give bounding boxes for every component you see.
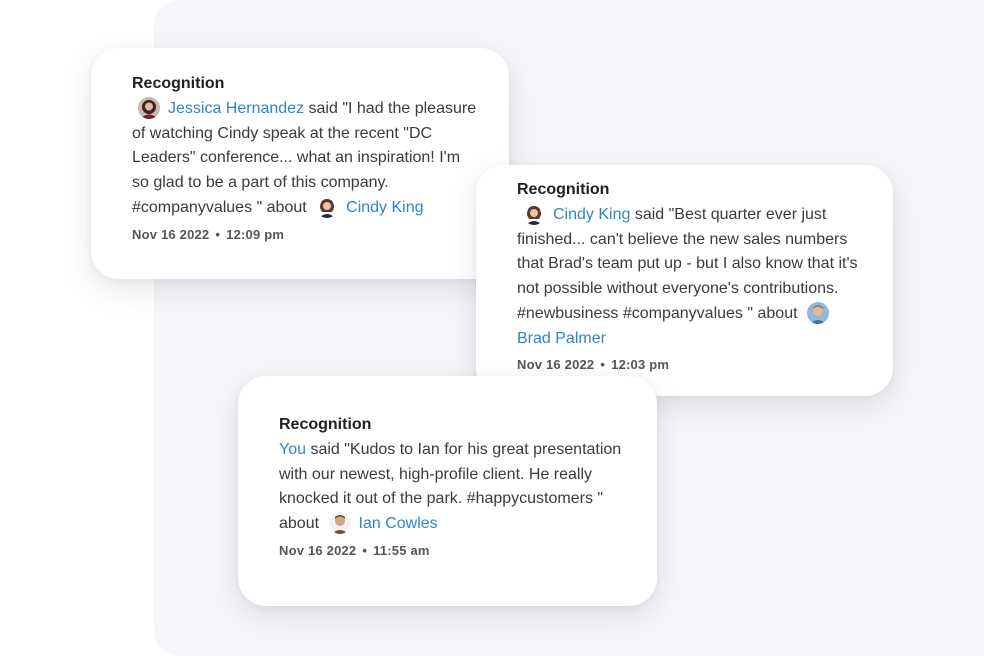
avatar-ian-cowles[interactable]: [328, 512, 351, 535]
avatar-brad-palmer[interactable]: [806, 301, 829, 324]
timestamp: Nov 16 2022 • 12:09 pm: [132, 227, 479, 242]
recognition-card: Recognition Cindy King said "Best quarte…: [476, 165, 893, 396]
said-text: said ": [304, 100, 348, 117]
separator-dot: •: [600, 357, 606, 373]
about-text: " about: [742, 304, 798, 322]
timestamp: Nov 16 2022 • 12:03 pm: [517, 357, 863, 372]
card-title: Recognition: [517, 181, 610, 198]
separator-dot: •: [362, 542, 368, 558]
recipient-link[interactable]: Cindy King: [346, 199, 423, 216]
post-time: 12:03 pm: [611, 357, 670, 373]
card-message: Jessica Hernandez said "I had the pleasu…: [132, 97, 479, 221]
giver-link[interactable]: You: [279, 441, 306, 458]
about-text: " about: [252, 198, 307, 216]
avatar-cindy-king[interactable]: [523, 203, 545, 225]
post-date: Nov 16 2022: [279, 542, 357, 558]
avatar-jessica-hernandez[interactable]: [138, 97, 160, 119]
recognition-card: Recognition You said "Kudos to Ian for h…: [238, 376, 657, 606]
card-message: You said "Kudos to Ian for his great pre…: [279, 438, 627, 537]
card-title: Recognition: [132, 75, 225, 92]
recipient-link[interactable]: Ian Cowles: [359, 515, 438, 532]
card-title: Recognition: [279, 416, 372, 433]
avatar-cindy-king[interactable]: [316, 195, 339, 218]
post-date: Nov 16 2022: [132, 226, 210, 242]
post-time: 11:55 am: [373, 542, 430, 558]
giver-link[interactable]: Jessica Hernandez: [168, 100, 304, 117]
card-message: Cindy King said "Best quarter ever just …: [517, 203, 863, 351]
post-time: 12:09 pm: [226, 226, 285, 242]
message-text: Best quarter ever just finished... can't…: [517, 206, 858, 322]
recognition-card: Recognition Jessica Hernandez said "I ha…: [91, 48, 509, 279]
said-text: said ": [630, 206, 675, 223]
recognition-feed: Recognition Jessica Hernandez said "I ha…: [0, 0, 984, 656]
recipient-link[interactable]: Brad Palmer: [517, 330, 606, 347]
said-text: said ": [306, 441, 350, 458]
giver-link[interactable]: Cindy King: [553, 206, 630, 223]
separator-dot: •: [215, 226, 221, 242]
timestamp: Nov 16 2022 • 11:55 am: [279, 543, 627, 558]
post-date: Nov 16 2022: [517, 357, 595, 373]
